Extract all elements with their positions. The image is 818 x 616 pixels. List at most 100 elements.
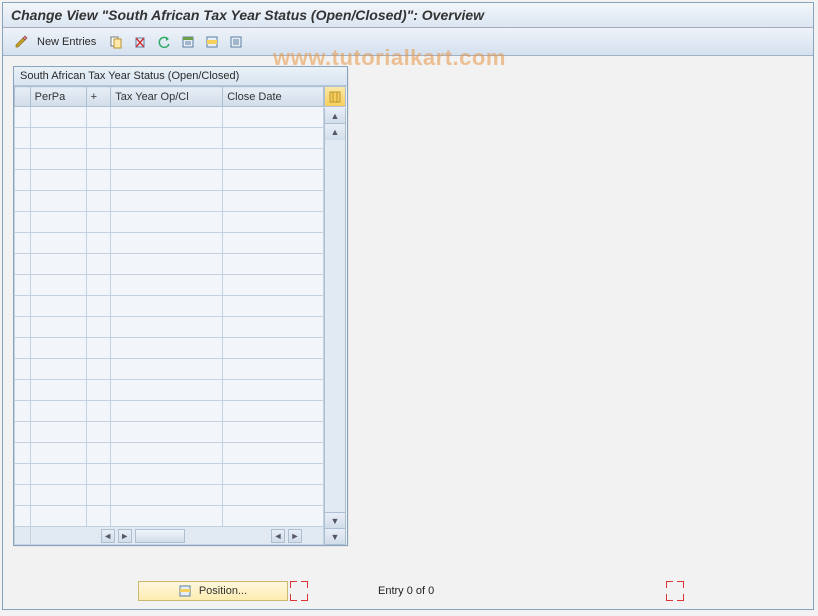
cell-perpa[interactable]: [30, 128, 86, 149]
cell-taxyear[interactable]: [111, 233, 223, 254]
cell-plus[interactable]: [86, 485, 111, 506]
cell-taxyear[interactable]: [111, 296, 223, 317]
cell-closedate[interactable]: [223, 359, 324, 380]
corner-cell[interactable]: [15, 87, 31, 107]
cell-plus[interactable]: [86, 107, 111, 128]
row-selector[interactable]: [15, 191, 31, 212]
cell-closedate[interactable]: [223, 233, 324, 254]
cell-plus[interactable]: [86, 443, 111, 464]
vscroll-up2-icon[interactable]: ▲: [325, 124, 345, 140]
cell-plus[interactable]: [86, 464, 111, 485]
cell-taxyear[interactable]: [111, 275, 223, 296]
cell-plus[interactable]: [86, 359, 111, 380]
row-selector[interactable]: [15, 128, 31, 149]
cell-perpa[interactable]: [30, 296, 86, 317]
cell-plus[interactable]: [86, 212, 111, 233]
row-selector[interactable]: [15, 233, 31, 254]
cell-closedate[interactable]: [223, 506, 324, 527]
cell-plus[interactable]: [86, 296, 111, 317]
cell-perpa[interactable]: [30, 149, 86, 170]
new-entries-button[interactable]: New Entries: [35, 36, 102, 48]
col-header-perpa[interactable]: PerPa: [30, 87, 86, 107]
cell-perpa[interactable]: [30, 464, 86, 485]
vscroll-up-icon[interactable]: ▲: [325, 108, 345, 124]
cell-perpa[interactable]: [30, 254, 86, 275]
cell-taxyear[interactable]: [111, 317, 223, 338]
cell-taxyear[interactable]: [111, 422, 223, 443]
cell-perpa[interactable]: [30, 485, 86, 506]
change-icon[interactable]: [11, 32, 31, 52]
hscroll-left-icon[interactable]: ◄: [101, 529, 115, 543]
cell-taxyear[interactable]: [111, 485, 223, 506]
cell-taxyear[interactable]: [111, 359, 223, 380]
cell-closedate[interactable]: [223, 401, 324, 422]
cell-taxyear[interactable]: [111, 443, 223, 464]
col-header-taxyear[interactable]: Tax Year Op/Cl: [111, 87, 223, 107]
row-selector[interactable]: [15, 107, 31, 128]
cell-closedate[interactable]: [223, 128, 324, 149]
cell-perpa[interactable]: [30, 233, 86, 254]
cell-closedate[interactable]: [223, 380, 324, 401]
row-selector[interactable]: [15, 359, 31, 380]
cell-plus[interactable]: [86, 422, 111, 443]
vscrollbar[interactable]: ▲ ▲ ▼ ▼: [324, 108, 346, 545]
cell-closedate[interactable]: [223, 422, 324, 443]
row-selector[interactable]: [15, 170, 31, 191]
cell-perpa[interactable]: [30, 422, 86, 443]
cell-perpa[interactable]: [30, 212, 86, 233]
vscroll-down-icon[interactable]: ▼: [325, 528, 345, 544]
cell-closedate[interactable]: [223, 296, 324, 317]
cell-taxyear[interactable]: [111, 191, 223, 212]
cell-plus[interactable]: [86, 338, 111, 359]
row-selector[interactable]: [15, 485, 31, 506]
cell-perpa[interactable]: [30, 359, 86, 380]
cell-taxyear[interactable]: [111, 464, 223, 485]
cell-plus[interactable]: [86, 506, 111, 527]
row-selector[interactable]: [15, 527, 31, 545]
cell-plus[interactable]: [86, 191, 111, 212]
cell-perpa[interactable]: [30, 338, 86, 359]
cell-closedate[interactable]: [223, 149, 324, 170]
deselect-all-icon[interactable]: [226, 32, 246, 52]
cell-taxyear[interactable]: [111, 401, 223, 422]
cell-plus[interactable]: [86, 149, 111, 170]
cell-plus[interactable]: [86, 170, 111, 191]
row-selector[interactable]: [15, 212, 31, 233]
cell-taxyear[interactable]: [111, 128, 223, 149]
cell-perpa[interactable]: [30, 443, 86, 464]
cell-perpa[interactable]: [30, 107, 86, 128]
cell-closedate[interactable]: [223, 254, 324, 275]
cell-closedate[interactable]: [223, 170, 324, 191]
delete-icon[interactable]: [130, 32, 150, 52]
row-selector[interactable]: [15, 422, 31, 443]
cell-plus[interactable]: [86, 254, 111, 275]
cell-taxyear[interactable]: [111, 107, 223, 128]
hscroll-right2-icon[interactable]: ►: [288, 529, 302, 543]
cell-plus[interactable]: [86, 317, 111, 338]
col-header-closedate[interactable]: Close Date: [223, 87, 324, 107]
cell-perpa[interactable]: [30, 170, 86, 191]
cell-taxyear[interactable]: [111, 338, 223, 359]
row-selector[interactable]: [15, 401, 31, 422]
hscroll-right-icon[interactable]: ►: [118, 529, 132, 543]
col-header-plus[interactable]: +: [86, 87, 111, 107]
cell-taxyear[interactable]: [111, 212, 223, 233]
cell-closedate[interactable]: [223, 212, 324, 233]
row-selector[interactable]: [15, 296, 31, 317]
copy-icon[interactable]: [106, 32, 126, 52]
select-all-icon[interactable]: [178, 32, 198, 52]
row-selector[interactable]: [15, 149, 31, 170]
cell-taxyear[interactable]: [111, 380, 223, 401]
cell-taxyear[interactable]: [111, 506, 223, 527]
cell-plus[interactable]: [86, 401, 111, 422]
cell-perpa[interactable]: [30, 317, 86, 338]
row-selector[interactable]: [15, 338, 31, 359]
cell-closedate[interactable]: [223, 338, 324, 359]
row-selector[interactable]: [15, 254, 31, 275]
row-selector[interactable]: [15, 464, 31, 485]
cell-taxyear[interactable]: [111, 149, 223, 170]
cell-perpa[interactable]: [30, 191, 86, 212]
position-button[interactable]: Position...: [138, 581, 288, 601]
row-selector[interactable]: [15, 443, 31, 464]
hscroll-thumb[interactable]: [135, 529, 185, 543]
